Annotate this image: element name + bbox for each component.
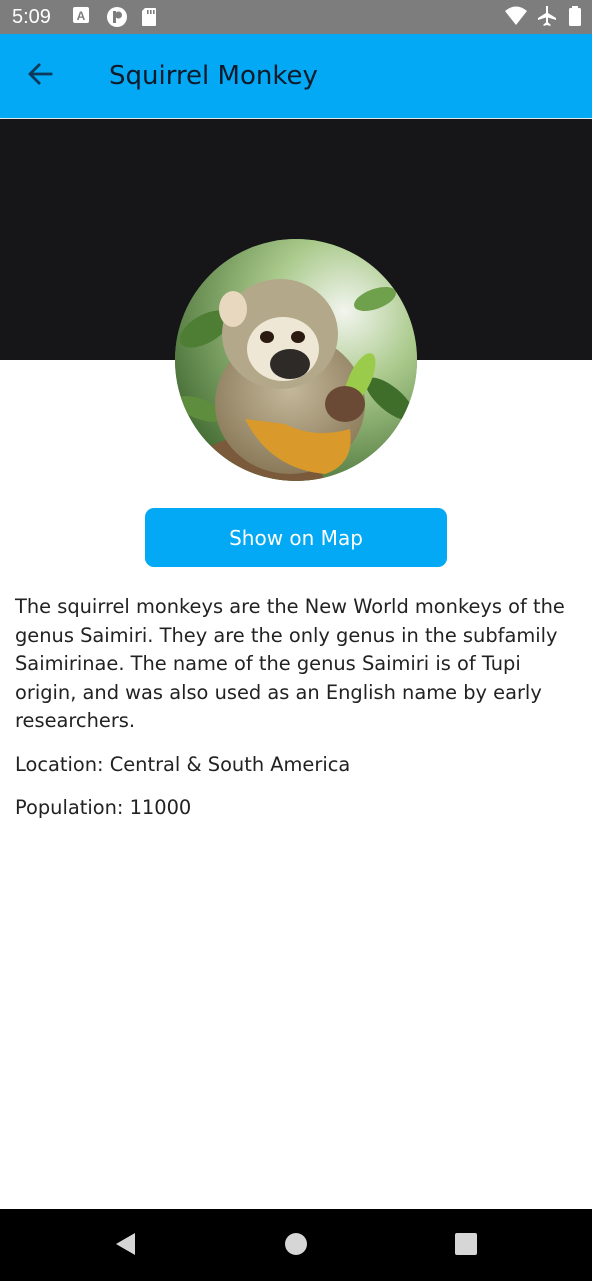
home-circle-icon	[284, 1232, 308, 1260]
battery-icon	[568, 5, 582, 27]
back-triangle-icon	[113, 1231, 137, 1261]
airplane-icon	[536, 5, 558, 27]
nav-recents-button[interactable]	[451, 1231, 481, 1261]
show-on-map-button[interactable]: Show on Map	[145, 508, 447, 567]
svg-text:A: A	[77, 9, 86, 23]
nav-back-button[interactable]	[110, 1231, 140, 1261]
status-bar: 5:09 A	[0, 0, 592, 34]
recents-square-icon	[454, 1232, 478, 1260]
back-button[interactable]	[20, 56, 60, 96]
status-time: 5:09	[12, 6, 51, 28]
animal-location: Location: Central & South America	[15, 752, 351, 776]
keyboard-a-icon: A	[72, 6, 94, 28]
screen: 5:09 A Squirrel Monkey Show on Map The s…	[0, 0, 592, 1281]
arrow-back-icon	[27, 61, 53, 91]
animal-population: Population: 11000	[15, 796, 192, 819]
sd-card-icon	[140, 6, 162, 28]
page-title: Squirrel Monkey	[109, 61, 318, 91]
animal-avatar	[175, 239, 417, 481]
status-left-icons: A	[72, 6, 162, 28]
squirrel-monkey-image	[175, 239, 417, 481]
animal-details: The squirrel monkeys are the New World m…	[15, 593, 581, 823]
nav-home-button[interactable]	[281, 1231, 311, 1261]
wifi-icon	[504, 5, 527, 27]
animal-description: The squirrel monkeys are the New World m…	[15, 595, 565, 732]
status-right-icons	[504, 5, 582, 27]
accessibility-p-icon	[106, 6, 128, 28]
navigation-bar	[0, 1209, 592, 1281]
app-bar: Squirrel Monkey	[0, 34, 592, 118]
